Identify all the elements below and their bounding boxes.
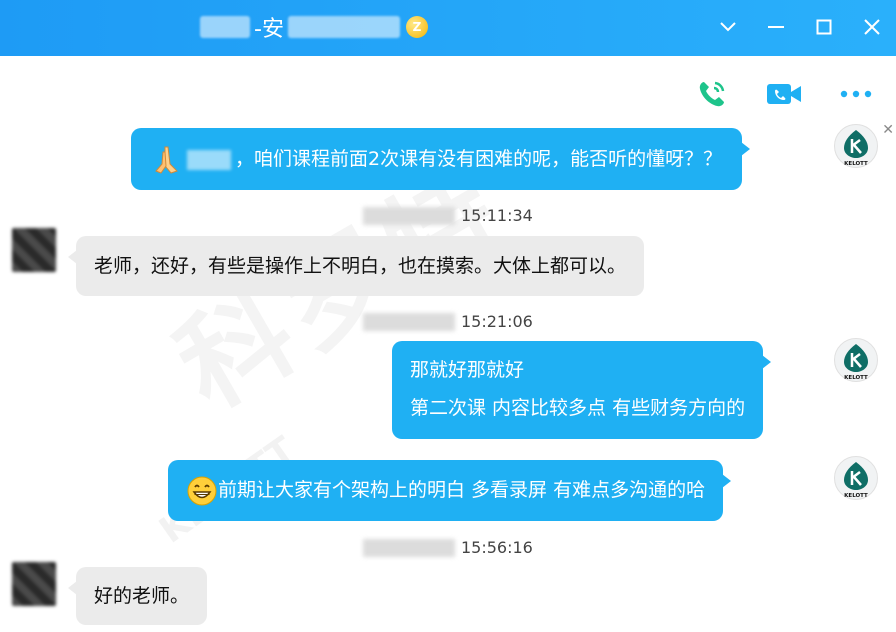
blurred-date [363,312,455,331]
minimize-icon [768,26,784,28]
maximize-icon [816,19,832,35]
more-options-button[interactable] [838,76,874,112]
phone-call-icon [699,81,725,107]
vip-badge-icon: Z [405,16,428,38]
avatar[interactable]: KELOTT [834,124,878,168]
blurred-date [363,538,455,557]
message-line: 第二次课 内容比较多点 有些财务方向的 [410,397,746,419]
title-text: -安 [254,17,284,42]
message-bubble-received[interactable]: 老师，还好，有些是操作上不明白，也在摸索。大体上都可以。 [67,236,645,296]
timestamp: 15:11:34 [363,206,533,225]
chat-toolbar [694,76,874,112]
timestamp: 15:56:16 [363,538,533,557]
kelott-logo-icon: KELOTT [844,344,868,380]
close-button[interactable] [862,14,882,40]
svg-text:KELOTT: KELOTT [844,161,868,166]
grin-emoji-icon [186,475,218,507]
message-bubble-sent[interactable]: ，咱们课程前面2次课有没有困难的呢，能否听的懂呀？？ [131,128,751,190]
video-call-button[interactable] [766,76,802,112]
message-text: ，咱们课程前面2次课有没有困难的呢，能否听的懂呀？？ [235,148,723,170]
peer-avatar[interactable] [12,562,56,606]
minimize-button[interactable] [766,14,786,40]
message-bubble-sent[interactable]: 前期让大家有个架构上的明白 多看录屏 有难点多沟通的哈 [168,460,732,521]
timestamp-text: 15:21:06 [461,312,533,331]
message-bubble-sent[interactable]: 那就好那就好 第二次课 内容比较多点 有些财务方向的 [392,341,772,439]
message-text: 好的老师。 [94,585,190,607]
title-bar: -安 Z [0,0,896,56]
avatar[interactable]: KELOTT [834,456,878,500]
voice-call-button[interactable] [694,76,730,112]
message-line: 那就好那就好 [410,359,525,381]
svg-text:KELOTT: KELOTT [844,375,868,380]
kelott-logo-icon: KELOTT [844,130,868,166]
panel-close-icon[interactable]: ✕ [882,122,894,138]
message-text: 老师，还好，有些是操作上不明白，也在摸索。大体上都可以。 [94,255,627,277]
peer-avatar[interactable] [12,228,56,272]
blurred-name [200,16,250,38]
more-dots-icon [840,90,872,98]
close-icon [864,19,880,35]
message-bubble-received[interactable]: 好的老师。 [67,567,208,625]
timestamp-text: 15:56:16 [461,538,533,557]
pray-hands-icon [151,144,183,176]
video-camera-icon [767,84,801,104]
blurred-username [187,149,231,170]
chat-title: -安 Z [200,12,428,42]
collapse-button[interactable] [718,14,738,40]
svg-text:KELOTT: KELOTT [844,493,868,498]
blurred-name-2 [287,16,400,38]
message-text: 前期让大家有个架构上的明白 多看录屏 有难点多沟通的哈 [218,479,706,501]
avatar[interactable]: KELOTT [834,338,878,382]
blurred-date [363,206,455,225]
window-controls [718,14,882,40]
timestamp-text: 15:11:34 [461,206,533,225]
kelott-logo-icon: KELOTT [844,462,868,498]
chevron-down-icon [720,22,736,32]
maximize-button[interactable] [814,14,834,40]
timestamp: 15:21:06 [363,312,533,331]
